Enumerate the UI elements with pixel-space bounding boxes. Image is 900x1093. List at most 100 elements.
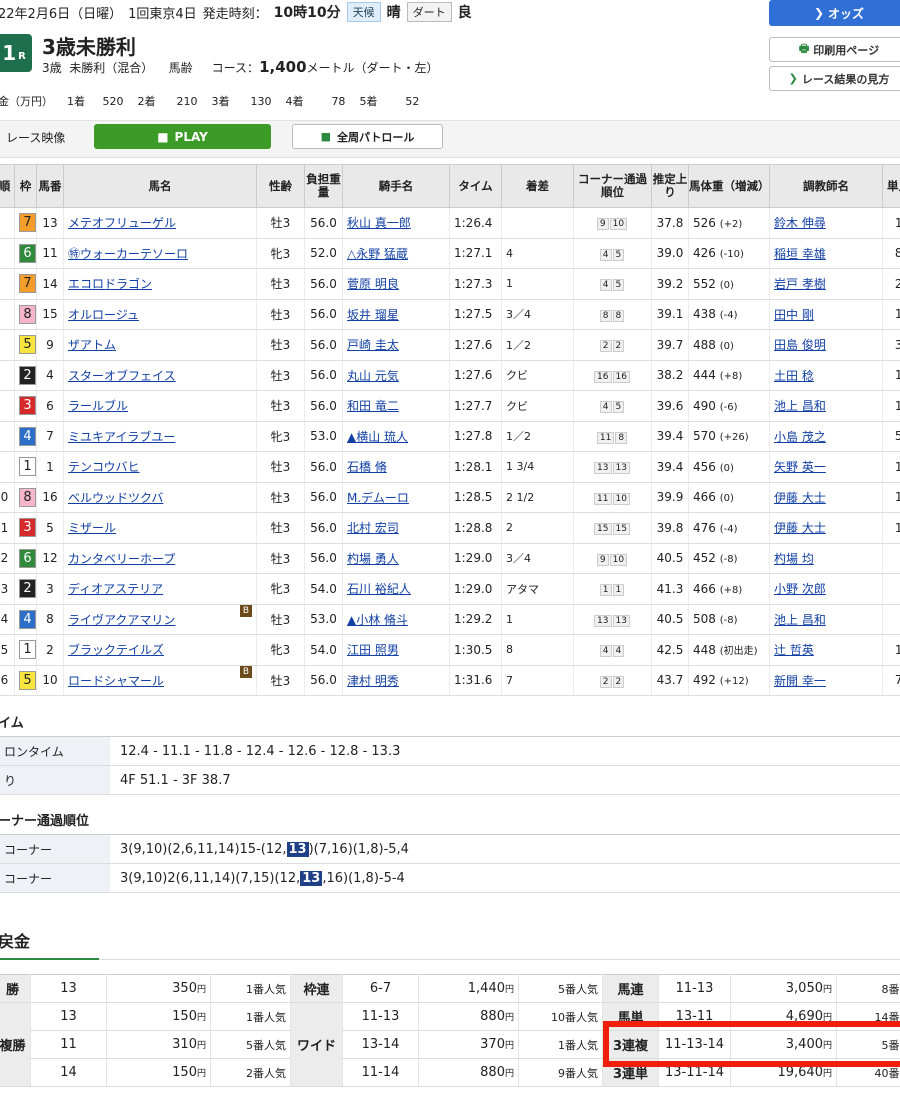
horse-name-link[interactable]: オルロージュ: [68, 308, 139, 322]
jockey-link[interactable]: 石川 裕紀人: [347, 582, 411, 596]
patrol-video-button[interactable]: ■ 全周パトロール: [292, 124, 443, 149]
horse-name-link[interactable]: ㊕ウォーカーテソーロ: [68, 247, 188, 261]
jockey-link[interactable]: 石橋 脩: [347, 460, 387, 474]
jockey-link[interactable]: M.デムーロ: [347, 491, 409, 505]
trainer-link[interactable]: 田島 俊明: [774, 338, 826, 352]
trainer-link[interactable]: 伊藤 大士: [774, 491, 826, 505]
corner-positions: 9 10: [573, 543, 652, 574]
body-weight: 426 (-10): [688, 238, 770, 269]
jockey-link[interactable]: 坂井 瑠星: [347, 308, 399, 322]
jockey-link[interactable]: 戸崎 圭太: [347, 338, 399, 352]
trainer-link[interactable]: 新開 幸一: [774, 674, 826, 688]
jockey-link[interactable]: 丸山 元気: [347, 369, 399, 383]
jockey-link[interactable]: 和田 竜二: [347, 399, 399, 413]
corner-positions: 13 13: [573, 604, 652, 635]
corner-position: 8: [612, 309, 625, 322]
trainer-link[interactable]: 小野 次郎: [774, 582, 826, 596]
horse-name-cell: ㊕ウォーカーテソーロ: [63, 238, 257, 269]
horse-name-link[interactable]: ザアトム: [68, 338, 116, 352]
last-3f: 39.6: [651, 390, 689, 422]
corner-row-value: 3(9,10)(2,6,11,14)15-(12, 13)(7,16)(1,8)-…: [110, 834, 900, 864]
waku-badge: 3: [19, 518, 36, 538]
popularity: [882, 573, 900, 605]
horse-number: 7: [36, 421, 64, 452]
horse-name-cell: エコロドラゴン: [63, 268, 257, 300]
race-info: 3歳 未勝利（混合） 馬齢 コース：1,400メートル（ダート・左）: [42, 58, 439, 76]
horse-name-link[interactable]: テンコウバヒ: [68, 460, 140, 474]
trainer-link[interactable]: 池上 昌和: [774, 613, 826, 627]
jockey-link[interactable]: 菅原 明良: [347, 277, 399, 291]
waku-badge: 5: [19, 670, 36, 690]
finish-position: [0, 268, 15, 300]
horse-name-link[interactable]: ライヴアクアマリン: [68, 613, 175, 627]
trainer-cell: 伊藤 大士: [769, 482, 883, 513]
jockey-link[interactable]: 津村 明秀: [347, 674, 399, 688]
horse-name-link[interactable]: エコロドラゴン: [68, 277, 152, 291]
fukusho-label: 複勝: [0, 1002, 31, 1087]
result-row: 1 3 5 ミザール 牡3 56.0 北村 宏司 1:28.8 2 15 15 39.8 476 (-4…: [0, 512, 900, 544]
horse-name-link[interactable]: ロードシャマール: [68, 674, 164, 688]
horse-name-link[interactable]: ベルウッドツクバ: [68, 491, 163, 505]
jockey-link[interactable]: ▲小林 脩斗: [347, 613, 408, 627]
wide-number: 11-14: [342, 1058, 419, 1087]
finish-position: [0, 451, 15, 483]
print-page-button[interactable]: 🖶 印刷用ページ: [769, 37, 900, 62]
prize-money-row: 金（万円） 1着 520 2着 210 3着 130 4着 78 5着 52: [0, 93, 419, 109]
horse-name-link[interactable]: ミザール: [68, 521, 116, 535]
last-3f: 37.8: [651, 207, 689, 239]
horse-name-link[interactable]: ミユキアイラブユー: [68, 430, 175, 444]
corner-position: 8: [599, 309, 612, 322]
trainer-link[interactable]: 稲垣 幸雄: [774, 247, 826, 261]
play-button[interactable]: ■ PLAY: [94, 124, 271, 149]
popularity: 1: [882, 451, 900, 483]
trainer-cell: 土田 稔: [769, 360, 883, 391]
wide-popularity: 1番人気: [518, 1030, 603, 1059]
horse-name-link[interactable]: ディオアステリア: [68, 582, 163, 596]
trainer-link[interactable]: 土田 稔: [774, 369, 814, 383]
finish-position: [0, 360, 15, 391]
odds-button-label: オッズ: [828, 6, 865, 21]
trainer-link[interactable]: 矢野 英一: [774, 460, 826, 474]
trainer-link[interactable]: 杓場 均: [774, 552, 814, 566]
result-row: 5 1 2 ブラックテイルズ 牝3 54.0 江田 照男 1:30.5 8 4 4 42.5 448 (…: [0, 634, 900, 666]
waku-badge: 8: [19, 304, 36, 324]
odds-button[interactable]: ❯ オッズ: [769, 0, 900, 26]
margin: 1 3/4: [501, 451, 574, 483]
jockey-link[interactable]: ▲横山 琉人: [347, 430, 408, 444]
finish-position: [0, 207, 15, 239]
horse-number: 15: [36, 299, 64, 330]
trainer-link[interactable]: 岩戸 孝樹: [774, 277, 826, 291]
jockey-cell: ▲小林 脩斗: [342, 604, 450, 635]
prize-2: 2着 210: [137, 95, 198, 108]
horse-name-link[interactable]: ブラックテイルズ: [68, 643, 164, 657]
race-weight-rule: 馬齢: [168, 61, 193, 75]
horse-name-link[interactable]: メテオフリューゲル: [68, 216, 176, 230]
horse-name-link[interactable]: ラールブル: [68, 399, 128, 413]
corner-row: コーナー 3(9,10)(2,6,11,14)15-(12, 13)(7,16)(1…: [0, 834, 900, 864]
trainer-link[interactable]: 伊藤 大士: [774, 521, 826, 535]
umaren-label: 馬連: [602, 974, 659, 1003]
trainer-cell: 新開 幸一: [769, 665, 883, 696]
trainer-link[interactable]: 鈴木 伸尋: [774, 216, 826, 230]
trainer-link[interactable]: 池上 昌和: [774, 399, 826, 413]
jockey-link[interactable]: 杓場 勇人: [347, 552, 399, 566]
result-row: 4 7 ミユキアイラブユー 牝3 53.0 ▲横山 琉人 1:27.8 1／2 11 8 39.4 5…: [0, 421, 900, 452]
horse-name-link[interactable]: カンタベリーホープ: [68, 552, 175, 566]
result-row: 6 11 ㊕ウォーカーテソーロ 牝3 52.0 △永野 猛蔵 1:27.1 4 4 5 39.0 42…: [0, 238, 900, 269]
jockey-link[interactable]: 北村 宏司: [347, 521, 399, 535]
jockey-link[interactable]: △永野 猛蔵: [347, 247, 408, 261]
trainer-link[interactable]: 辻 哲英: [774, 643, 814, 657]
jockey-link[interactable]: 秋山 真一郎: [347, 216, 411, 230]
results-header-row: 順枠馬番 馬名 性齢 負担重量 騎手名 タイム 着差 コーナー通過順位 推定上り 馬体重（増減）調…: [0, 164, 900, 208]
sex-age: 牡3: [256, 451, 305, 483]
horse-name-link[interactable]: スターオブフェイス: [68, 369, 176, 383]
result-guide-button[interactable]: ❯ レース結果の見方: [769, 66, 900, 91]
finish-position: 1: [0, 512, 15, 544]
trainer-link[interactable]: 小島 茂之: [774, 430, 826, 444]
last-3f: 39.0: [651, 238, 689, 269]
trainer-link[interactable]: 田中 剛: [774, 308, 814, 322]
sex-age: 牡3: [256, 543, 305, 574]
jockey-link[interactable]: 江田 照男: [347, 643, 399, 657]
last-3f: 42.5: [651, 634, 689, 666]
result-row: 2 6 12 カンタベリーホープ 牡3 56.0 杓場 勇人 1:29.0 3／4 9 10 40.5…: [0, 543, 900, 574]
